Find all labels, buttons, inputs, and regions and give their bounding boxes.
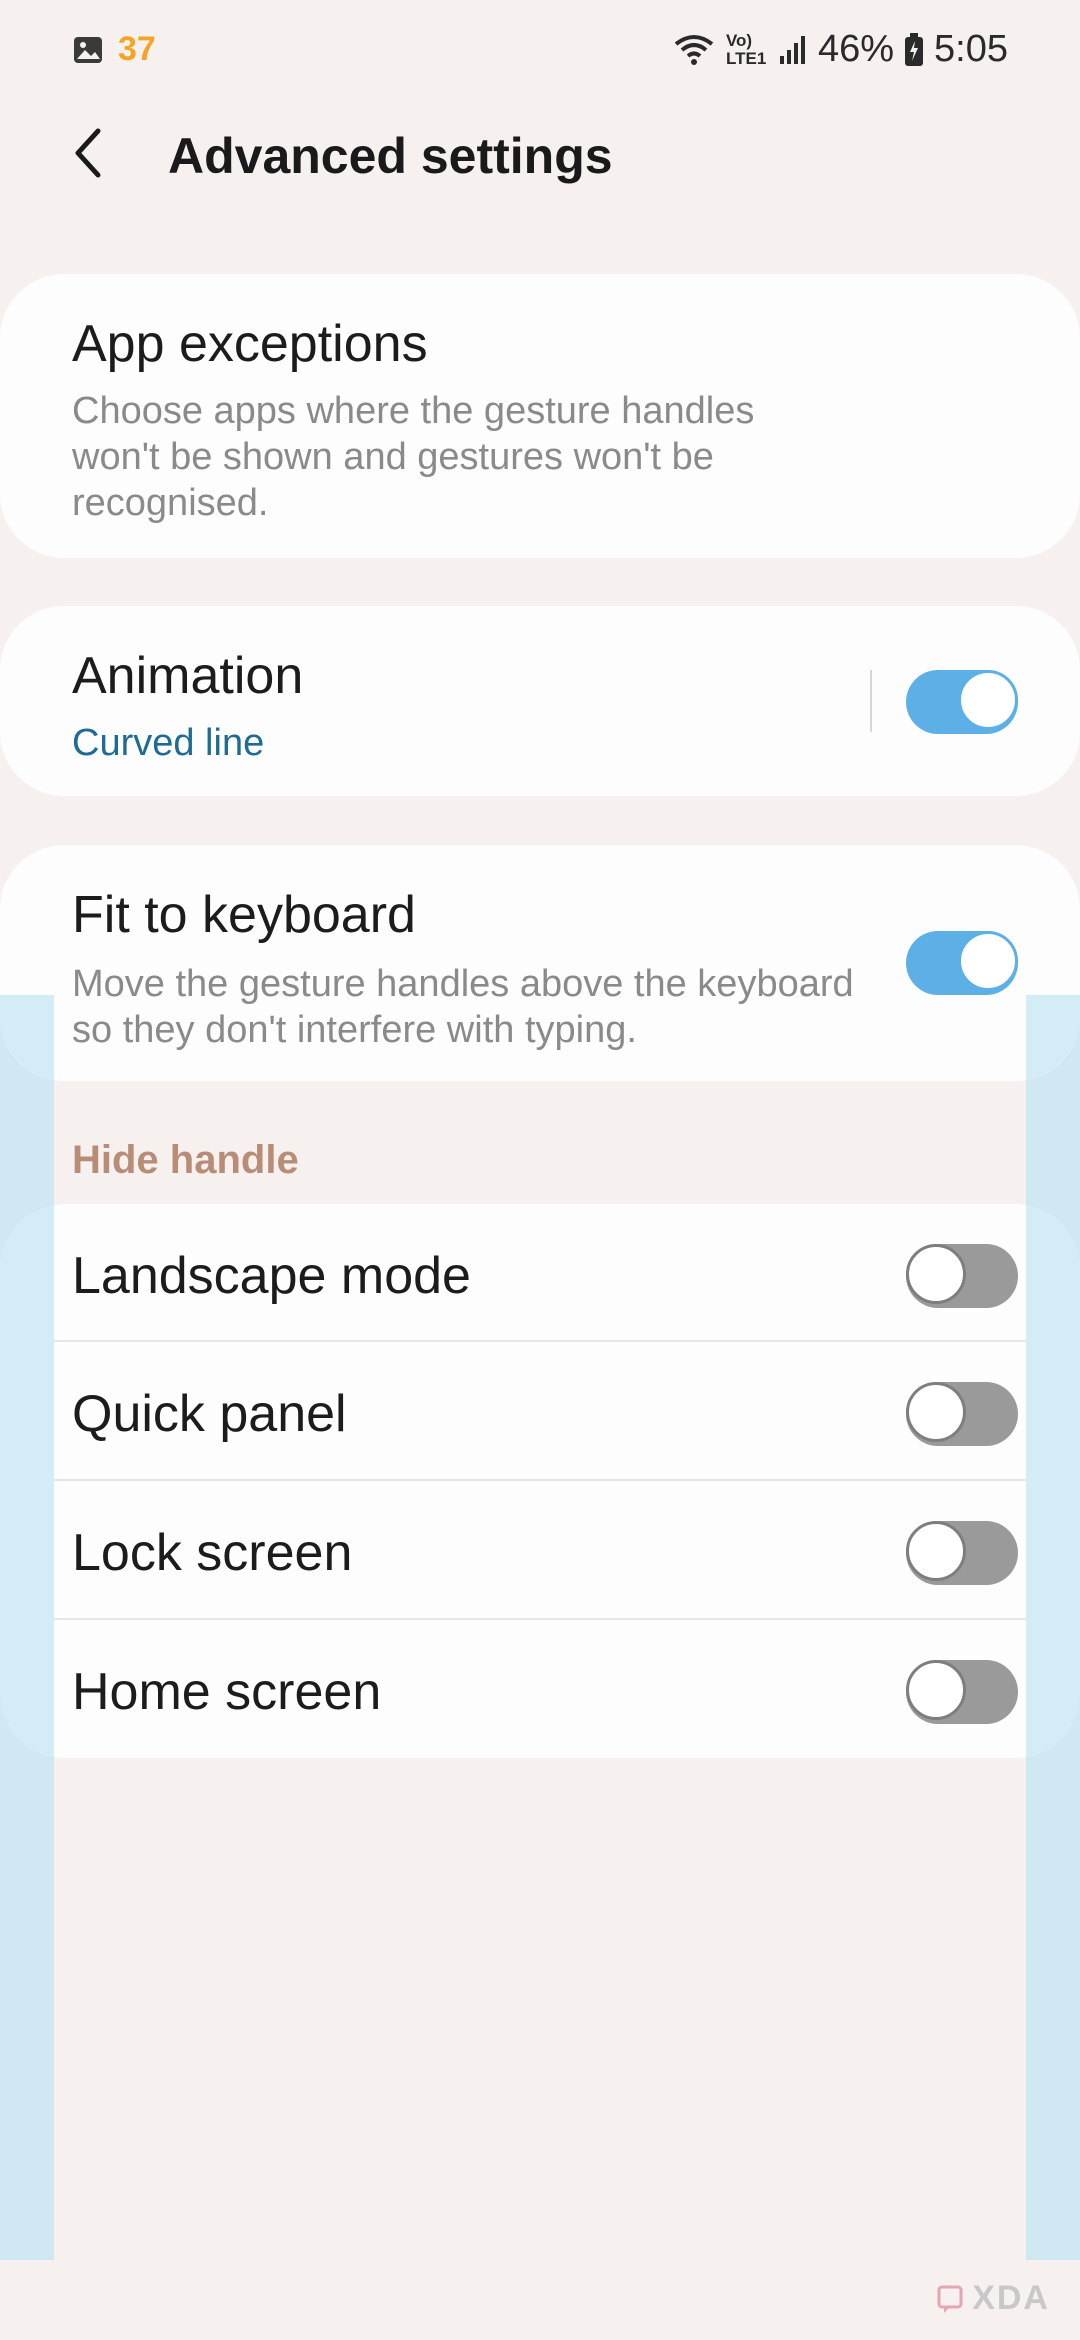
toggle-knob: [958, 931, 1018, 991]
list-item-quick-panel[interactable]: Quick panel: [0, 1344, 1080, 1482]
list-item-label: Lock screen: [72, 1524, 353, 1582]
list-item-landscape-mode[interactable]: Landscape mode: [0, 1206, 1080, 1344]
list-item-home-screen[interactable]: Home screen: [0, 1622, 1080, 1758]
row-divider: [54, 1340, 1026, 1342]
wifi-icon: [674, 34, 714, 65]
page-title: Advanced settings: [168, 128, 613, 184]
fit-to-keyboard-item[interactable]: Fit to keyboard Move the gesture handles…: [0, 845, 1080, 1081]
app-exceptions-title: App exceptions: [72, 315, 428, 373]
status-bar: 37 Vo) LTE1 46% 5:05: [0, 0, 1080, 105]
toggle-knob: [958, 670, 1018, 730]
toggle-knob: [906, 1244, 966, 1304]
animation-toggle[interactable]: [906, 670, 1018, 734]
toggle-knob: [906, 1521, 966, 1581]
animation-item[interactable]: Animation Curved line: [0, 606, 1080, 796]
toggle-knob: [906, 1660, 966, 1720]
fit-to-keyboard-title: Fit to keyboard: [72, 886, 416, 944]
fit-to-keyboard-description: Move the gesture handles above the keybo…: [72, 963, 854, 1051]
xda-watermark: XDA: [936, 2279, 1050, 2318]
row-divider: [54, 1479, 1026, 1481]
app-bar: Advanced settings: [0, 105, 1080, 205]
app-exceptions-description: Choose apps where the gesture handles wo…: [72, 390, 755, 524]
signal-icon: [779, 35, 805, 64]
battery-percent: 46%: [817, 28, 895, 70]
divider: [870, 670, 872, 732]
watermark-text: XDA: [972, 2279, 1050, 2317]
notification-count: 37: [118, 30, 156, 68]
gallery-icon: [74, 36, 102, 63]
list-item-label: Quick panel: [72, 1385, 347, 1443]
list-item-label: Landscape mode: [72, 1247, 471, 1305]
clock: 5:05: [934, 28, 1008, 70]
back-button[interactable]: [58, 123, 118, 183]
app-exceptions-item[interactable]: App exceptions Choose apps where the ges…: [0, 274, 1080, 558]
list-item-label: Home screen: [72, 1663, 382, 1721]
row-divider: [54, 1618, 1026, 1620]
fit-to-keyboard-toggle[interactable]: [906, 931, 1018, 995]
hide-handle-list: Landscape mode Quick panel Lock screen H…: [0, 1204, 1080, 1758]
chevron-left-icon: [75, 128, 101, 178]
network-type-label: Vo) LTE1: [725, 30, 767, 68]
home-screen-toggle[interactable]: [906, 1660, 1018, 1724]
quick-panel-toggle[interactable]: [906, 1382, 1018, 1446]
animation-title: Animation: [72, 647, 304, 705]
section-header-hide-handle: Hide handle: [72, 1138, 299, 1182]
landscape-mode-toggle[interactable]: [906, 1244, 1018, 1308]
xda-logo-icon: [937, 2285, 963, 2313]
battery-charging-icon: [905, 32, 924, 66]
list-item-lock-screen[interactable]: Lock screen: [0, 1483, 1080, 1621]
animation-value: Curved line: [72, 722, 265, 764]
toggle-knob: [906, 1382, 966, 1442]
lock-screen-toggle[interactable]: [906, 1521, 1018, 1585]
